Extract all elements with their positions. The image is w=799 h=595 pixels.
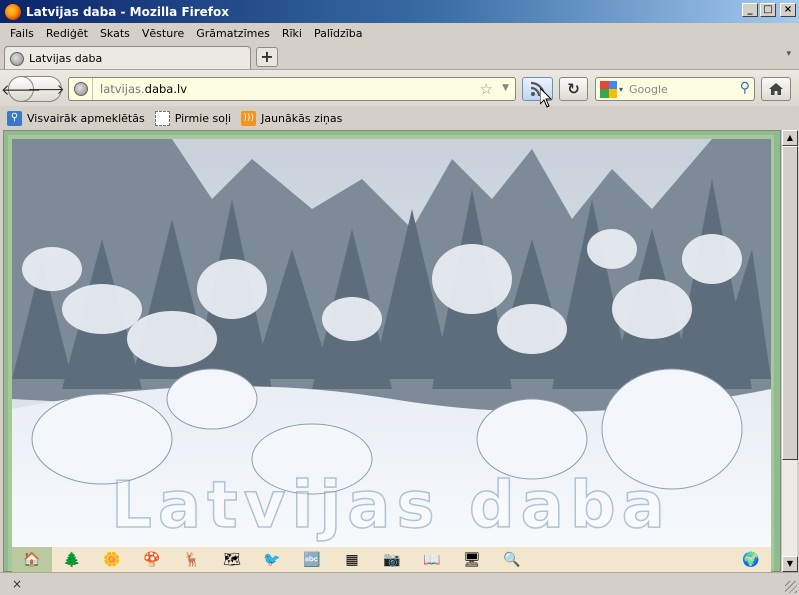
bookmark-label: Pirmie soļi [174, 111, 232, 125]
reload-button[interactable]: ↻ [559, 77, 588, 101]
close-button[interactable]: × [780, 3, 796, 17]
most-visited-icon: ⚲ [7, 110, 22, 126]
snowy-forest-image: Latvijas daba [12, 139, 771, 547]
earth-globe-icon[interactable]: 🌍 [731, 547, 771, 573]
menu-edit[interactable]: Rediģēt [40, 27, 94, 40]
bookmark-star-icon[interactable]: ☆ [480, 80, 493, 98]
bird-icon[interactable]: 🐦 [252, 547, 292, 573]
landscape-icon[interactable]: 🌲 [52, 547, 92, 573]
site-globe-icon [73, 82, 88, 96]
camera-icon[interactable]: 📷 [372, 547, 412, 573]
navigation-toolbar: 🡐 🡒 latvijas.daba.lv ☆ ▼ ↻ ▾ Google ⚲ [0, 69, 799, 106]
url-host: daba.lv [144, 82, 188, 96]
site-favicon-icon [10, 51, 24, 66]
search-bar[interactable]: ▾ Google ⚲ [595, 77, 755, 101]
search-engine-dropdown-icon[interactable]: ▾ [619, 85, 623, 94]
blank-page-icon [154, 110, 170, 126]
magnifier-icon[interactable]: 🔍 [492, 547, 532, 573]
forward-arrow-icon: 🡒 [27, 81, 65, 98]
url-text[interactable]: latvijas.daba.lv [100, 82, 187, 96]
url-bar[interactable]: latvijas.daba.lv ☆ ▼ [68, 77, 516, 101]
menu-help[interactable]: Palīdzība [308, 27, 369, 40]
page-viewport: Latvijas daba 🏠 🌲 🌼 🍄 🦌 🗺 🐦 🔤 ▦ 📷 📖 🖥 🔍 … [3, 130, 781, 573]
bookmark-getting-started[interactable]: Pirmie soļi [154, 110, 232, 126]
site-home-icon[interactable]: 🏠 [12, 547, 52, 573]
winter-forest-banner: Latvijas daba [12, 139, 771, 547]
alphabet-list-icon[interactable]: 🔤 [292, 547, 332, 573]
menu-history[interactable]: Vēsture [136, 27, 190, 40]
search-magnifier-icon[interactable]: ⚲ [740, 80, 750, 96]
tab-strip: Latvijas daba + ▾ [0, 43, 799, 70]
vertical-scrollbar[interactable]: ▲ ▼ [781, 130, 798, 572]
tab-list-chevron-icon[interactable]: ▾ [786, 49, 791, 59]
scroll-up-button[interactable]: ▲ [782, 130, 798, 146]
firefox-logo-icon [5, 3, 21, 20]
window-titlebar: Latvijas daba - Mozilla Firefox _ □ × [0, 0, 799, 23]
window-controls: _ □ × [742, 3, 796, 17]
reload-icon: ↻ [567, 80, 580, 98]
menu-bookmarks[interactable]: Grāmatzīmes [190, 27, 276, 40]
google-engine-icon[interactable] [600, 80, 617, 98]
home-button[interactable] [761, 77, 791, 101]
flower-plant-icon[interactable]: 🌼 [92, 547, 132, 573]
bookmark-label: Visvairāk apmeklētās [27, 111, 145, 125]
site-icon-nav: 🏠 🌲 🌼 🍄 🦌 🗺 🐦 🔤 ▦ 📷 📖 🖥 🔍 🌍 [12, 547, 771, 573]
bookmark-label: Jaunākās ziņas [261, 111, 343, 125]
grid-table-icon[interactable]: ▦ [332, 547, 372, 573]
menu-tools[interactable]: Rīki [276, 27, 308, 40]
tab-label: Latvijas daba [29, 52, 103, 65]
search-input[interactable]: Google [629, 83, 729, 96]
bookmarks-toolbar: ⚲ Visvairāk apmeklētās Pirmie soļi ))) J… [0, 106, 799, 130]
live-bookmark-rss-icon: ))) [241, 110, 257, 126]
back-forward-group: 🡐 🡒 [1, 76, 65, 102]
book-icon[interactable]: 📖 [412, 547, 452, 573]
map-icon[interactable]: 🗺 [212, 547, 252, 573]
minimize-button[interactable]: _ [742, 3, 758, 17]
banner-watermark: Latvijas daba [111, 469, 671, 543]
deer-insect-icon[interactable]: 🦌 [172, 547, 212, 573]
computer-info-icon[interactable]: 🖥 [452, 547, 492, 573]
scroll-down-button[interactable]: ▼ [782, 556, 798, 572]
maximize-button[interactable]: □ [760, 3, 776, 17]
close-bar-icon[interactable]: × [12, 577, 22, 591]
scroll-thumb[interactable] [782, 146, 798, 460]
menu-bar: Fails Rediģēt Skats Vēsture Grāmatzīmes … [0, 23, 799, 43]
tab-latvijas-daba[interactable]: Latvijas daba [4, 46, 251, 70]
window-title: Latvijas daba - Mozilla Firefox [26, 4, 230, 19]
bookmark-most-visited[interactable]: ⚲ Visvairāk apmeklētās [7, 110, 145, 126]
bottom-bar: × [0, 572, 799, 595]
menu-file[interactable]: Fails [4, 27, 40, 40]
url-subdomain: latvijas. [100, 82, 145, 96]
site-identity-button[interactable] [69, 78, 93, 100]
resize-grip-icon[interactable] [785, 581, 797, 593]
home-icon [769, 83, 783, 95]
mushroom-icon[interactable]: 🍄 [132, 547, 172, 573]
url-history-dropdown-icon[interactable]: ▼ [502, 83, 509, 93]
bookmark-latest-news[interactable]: ))) Jaunākās ziņas [241, 110, 343, 126]
page-frame: Latvijas daba 🏠 🌲 🌼 🍄 🦌 🗺 🐦 🔤 ▦ 📷 📖 🖥 🔍 … [8, 135, 774, 573]
new-tab-button[interactable]: + [256, 47, 278, 67]
mouse-cursor-icon [540, 88, 552, 108]
menu-view[interactable]: Skats [94, 27, 136, 40]
forward-button[interactable]: 🡒 [27, 77, 65, 101]
